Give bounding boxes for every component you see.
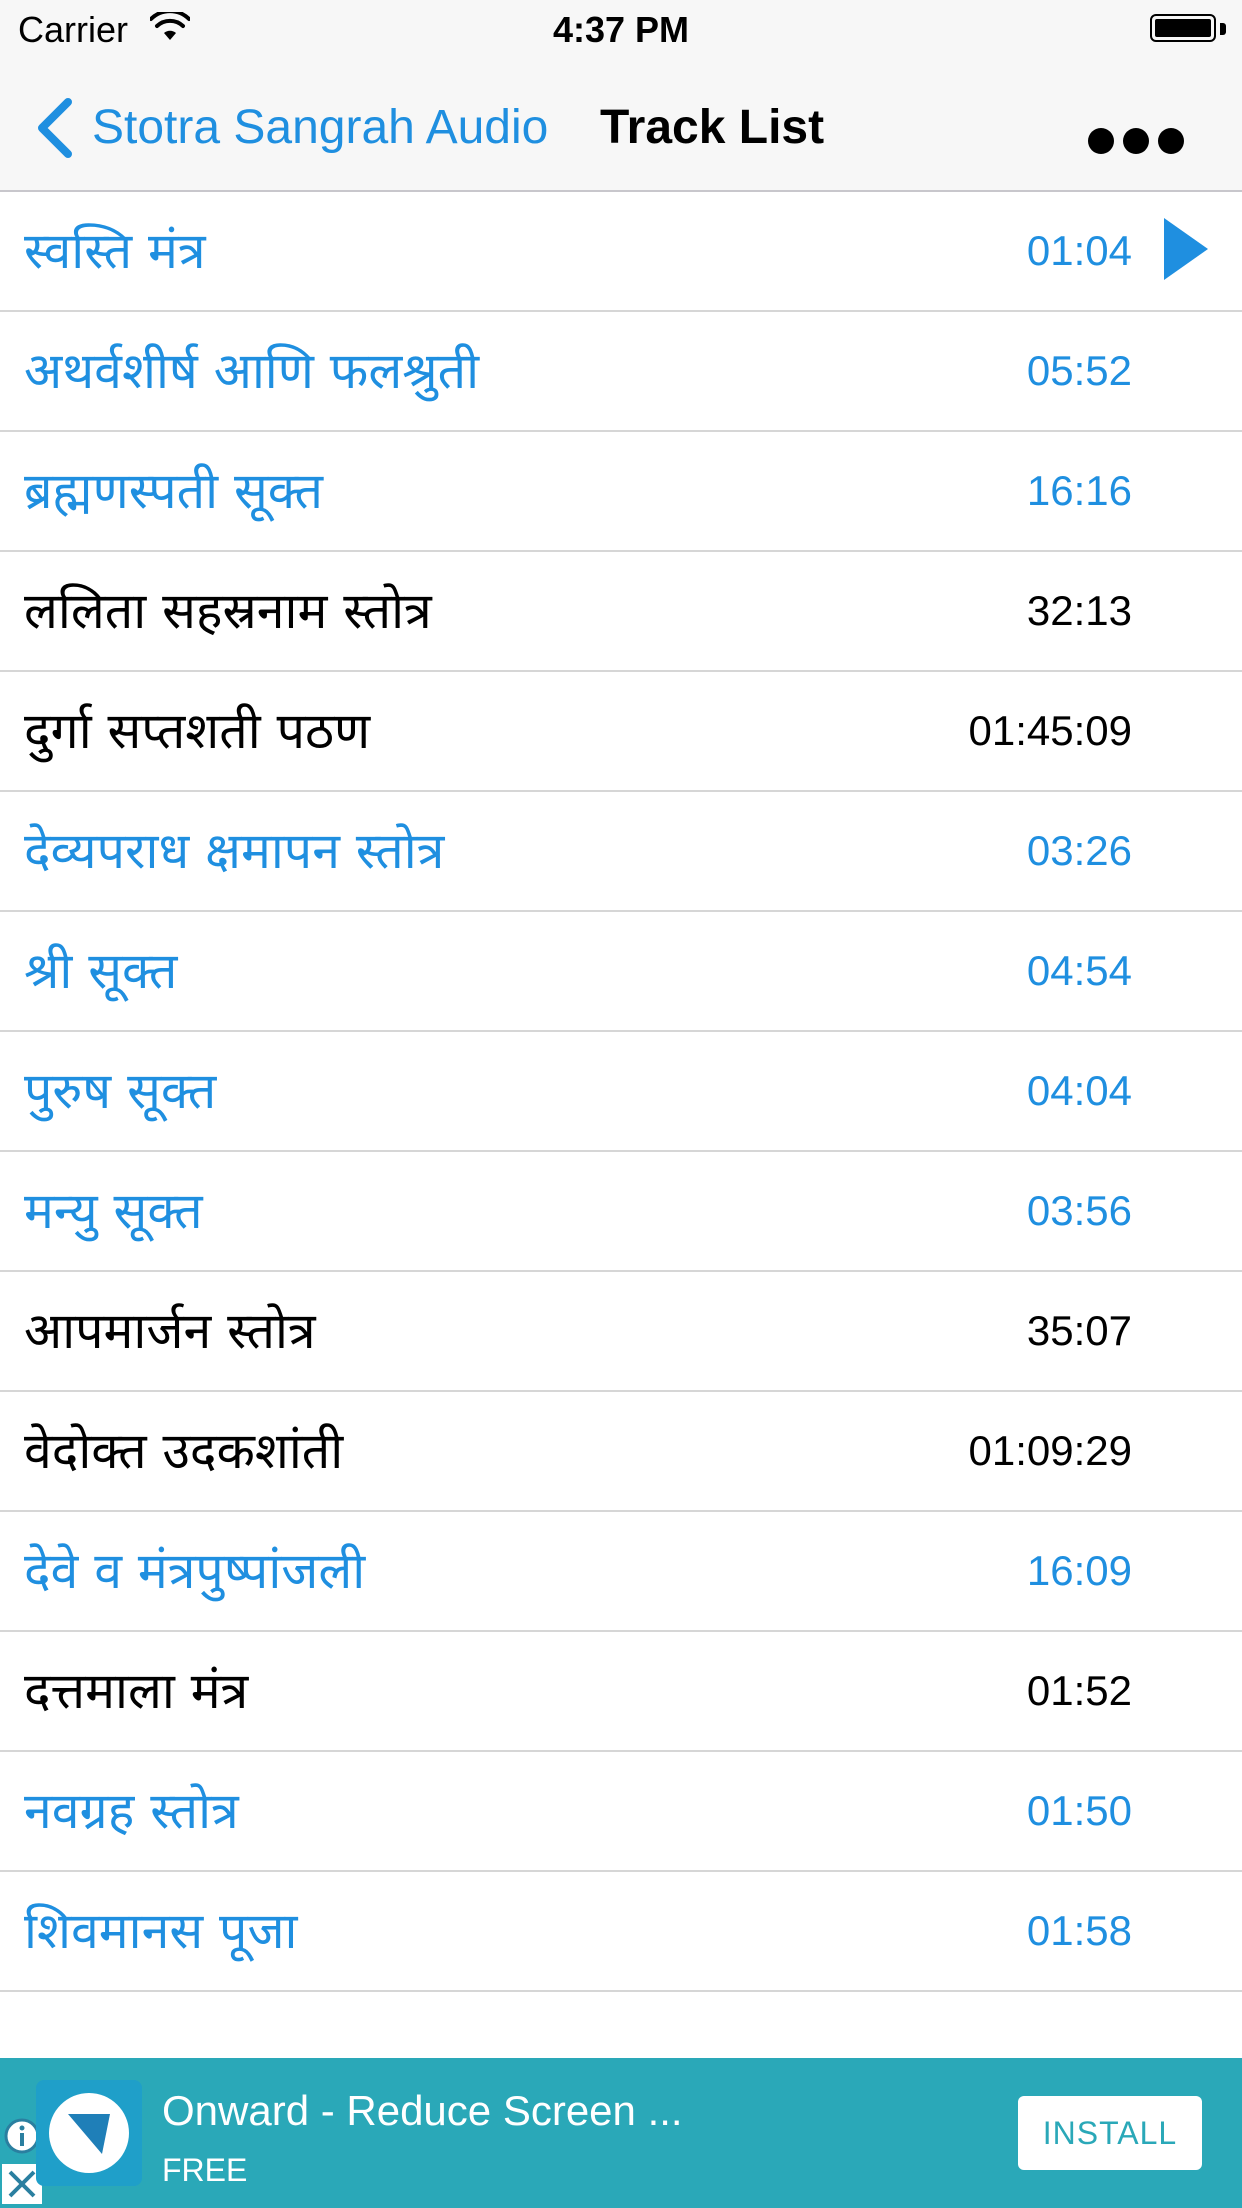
ad-price: FREE	[162, 2152, 248, 2188]
back-button[interactable]: Stotra Sangrah Audio	[92, 100, 548, 156]
track-row[interactable]: आपमार्जन स्तोत्र 35:07	[0, 1272, 1242, 1392]
track-duration: 01:04	[1026, 227, 1132, 274]
status-time: 4:37 PM	[552, 9, 690, 50]
track-row[interactable]: देवे व मंत्रपुष्पांजली 16:09	[0, 1512, 1242, 1632]
track-row[interactable]: शिवमानस पूजा 01:58	[0, 1872, 1242, 1992]
track-row[interactable]: वेदोक्त उदकशांती 01:09:29	[0, 1392, 1242, 1512]
track-title: शिवमानस पूजा	[24, 1902, 298, 1960]
track-row[interactable]: पुरुष सूक्त 04:04	[0, 1032, 1242, 1152]
track-duration: 01:09:29	[968, 1427, 1133, 1474]
track-duration: 04:54	[1026, 947, 1132, 994]
track-title: ब्रह्मणस्पती सूक्त	[24, 462, 324, 520]
track-duration: 01:50	[1026, 1787, 1132, 1834]
track-duration: 01:52	[1026, 1667, 1132, 1714]
track-row[interactable]: देव्यपराध क्षमापन स्तोत्र 03:26	[0, 792, 1242, 912]
track-title: पुरुष सूक्त	[24, 1062, 217, 1120]
track-title: मन्यु सूक्त	[24, 1182, 203, 1240]
track-duration: 16:16	[1026, 467, 1132, 514]
track-title: अथर्वशीर्ष आणि फलश्रुती	[24, 342, 480, 400]
play-icon[interactable]	[1162, 216, 1210, 282]
track-title: श्री सूक्त	[24, 942, 178, 1000]
track-duration: 16:09	[1026, 1547, 1132, 1594]
track-row[interactable]: स्वस्ति मंत्र 01:04	[0, 192, 1242, 312]
track-title: ललिता सहस्रनाम स्तोत्र	[24, 582, 432, 640]
track-row[interactable]: ब्रह्मणस्पती सूक्त 16:16	[0, 432, 1242, 552]
ad-title[interactable]: Onward - Reduce Screen ...	[162, 2086, 683, 2136]
navigation-bar: Stotra Sangrah Audio Track List	[0, 60, 1242, 192]
track-duration: 03:26	[1026, 827, 1132, 874]
track-row[interactable]: मन्यु सूक्त 03:56	[0, 1152, 1242, 1272]
ad-banner[interactable]: Onward - Reduce Screen ... FREE INSTALL	[0, 2058, 1242, 2208]
track-title: देव्यपराध क्षमापन स्तोत्र	[24, 822, 445, 880]
track-duration: 35:07	[1026, 1307, 1132, 1354]
track-title: दत्तमाला मंत्र	[24, 1662, 249, 1720]
status-bar: Carrier 4:37 PM	[0, 0, 1242, 60]
track-title: दुर्गा सप्तशती पठण	[24, 702, 371, 760]
track-title: देवे व मंत्रपुष्पांजली	[24, 1542, 366, 1600]
track-title: नवग्रह स्तोत्र	[24, 1782, 239, 1840]
track-duration: 03:56	[1026, 1187, 1132, 1234]
more-options-icon[interactable]	[1088, 128, 1184, 156]
track-row[interactable]: श्री सूक्त 04:54	[0, 912, 1242, 1032]
track-duration: 05:52	[1026, 347, 1132, 394]
track-duration: 04:04	[1026, 1067, 1132, 1114]
track-title: आपमार्जन स्तोत्र	[24, 1302, 316, 1360]
ad-app-icon[interactable]	[36, 2080, 142, 2186]
page-title: Track List	[600, 101, 825, 154]
track-duration: 01:58	[1026, 1907, 1132, 1954]
track-row[interactable]: अथर्वशीर्ष आणि फलश्रुती 05:52	[0, 312, 1242, 432]
track-row[interactable]: ललिता सहस्रनाम स्तोत्र 32:13	[0, 552, 1242, 672]
install-button[interactable]: INSTALL	[1018, 2096, 1202, 2170]
track-row[interactable]: दुर्गा सप्तशती पठण 01:45:09	[0, 672, 1242, 792]
track-title: स्वस्ति मंत्र	[24, 222, 206, 280]
track-row[interactable]: नवग्रह स्तोत्र 01:50	[0, 1752, 1242, 1872]
track-duration: 32:13	[1026, 587, 1132, 634]
track-duration: 01:45:09	[968, 707, 1133, 754]
track-title: वेदोक्त उदकशांती	[24, 1422, 344, 1480]
battery-icon	[1150, 14, 1226, 46]
track-list: स्वस्ति मंत्र 01:04 अथर्वशीर्ष आणि फलश्रुत…	[0, 192, 1242, 1992]
track-row[interactable]: दत्तमाला मंत्र 01:52	[0, 1632, 1242, 1752]
back-chevron-icon[interactable]	[34, 96, 76, 160]
